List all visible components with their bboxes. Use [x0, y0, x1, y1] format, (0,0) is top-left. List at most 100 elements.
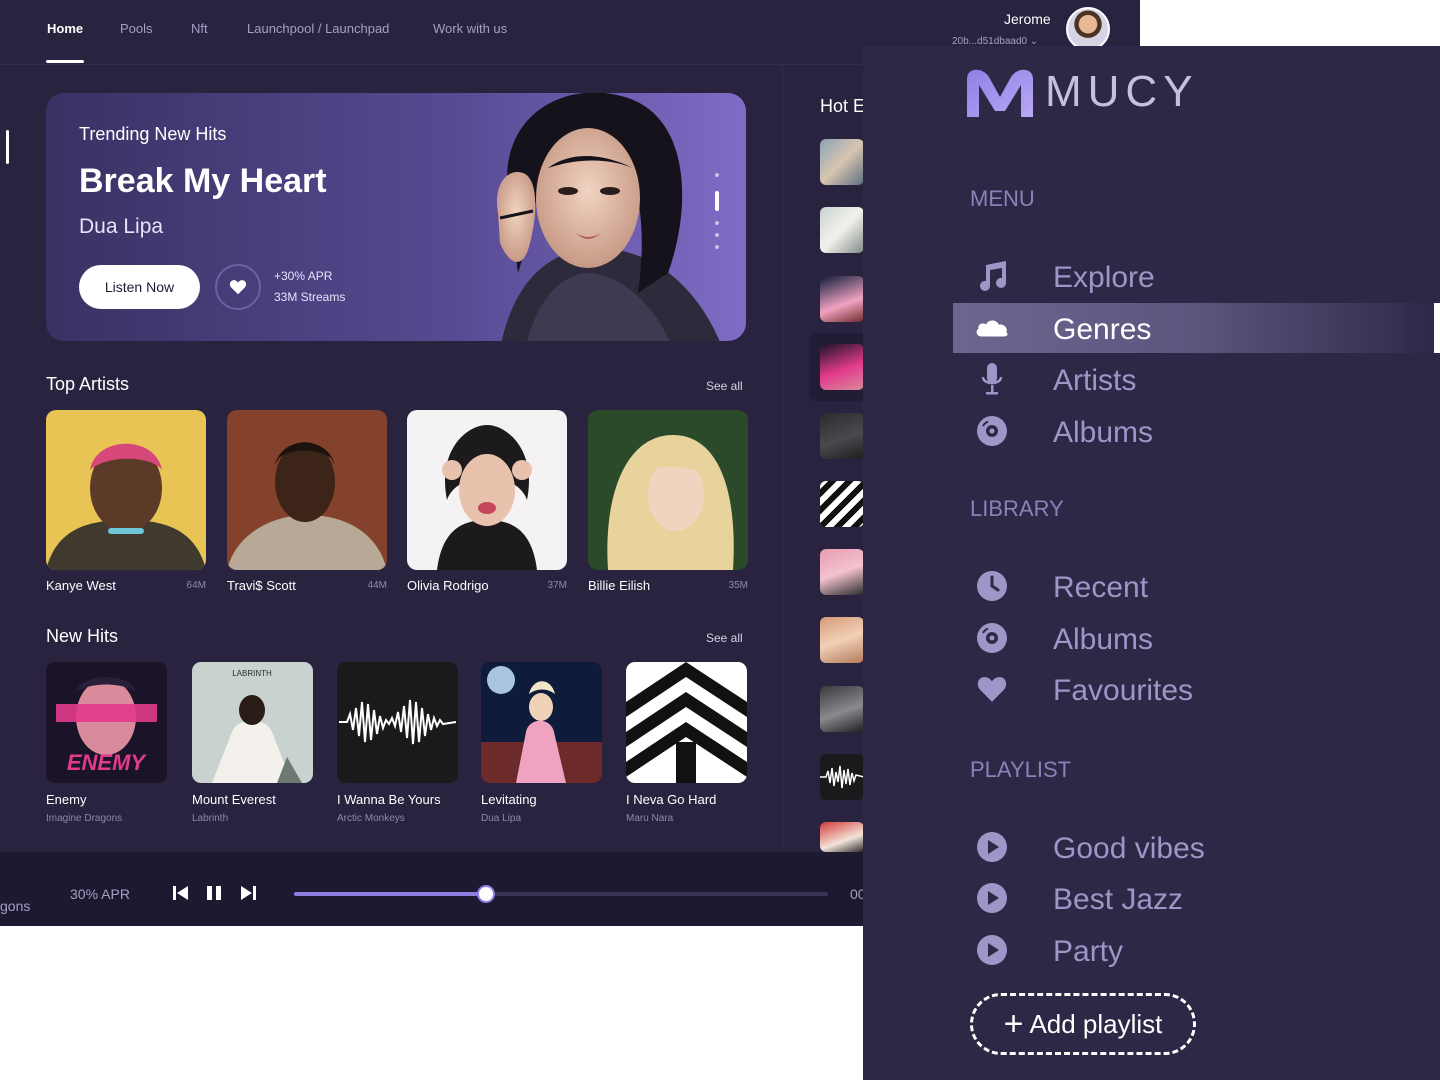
sidebar-item-label: Best Jazz: [1053, 883, 1184, 916]
sidebar-item-genres[interactable]: Genres: [953, 303, 1440, 353]
library-heading: LIBRARY: [970, 496, 1064, 521]
sidebar-item-favourites[interactable]: Favourites: [953, 664, 1440, 714]
play-icon: [975, 830, 1009, 864]
artist-card[interactable]: Olivia Rodrigo 37M: [407, 410, 567, 593]
nav-pools[interactable]: Pools: [120, 21, 153, 36]
sidebar-item-playlist-best-jazz[interactable]: Best Jazz: [953, 873, 1440, 923]
hot-track-thumbnail[interactable]: [820, 822, 864, 852]
sidebar-item-artists[interactable]: Artists: [953, 354, 1440, 404]
artist-image: [227, 410, 387, 570]
song-artist: Arctic Monkeys: [337, 813, 405, 824]
hot-section-title: Hot E: [820, 96, 866, 116]
artist-name: Travi$ Scott: [227, 578, 296, 593]
nav-work-with-us[interactable]: Work with us: [433, 21, 507, 36]
song-card[interactable]: Levitating Dua Lipa: [481, 662, 602, 824]
top-artists-title: Top Artists: [46, 374, 130, 394]
active-item-indicator: [1434, 303, 1440, 353]
microphone-icon: [975, 362, 1009, 396]
new-hits-title: New Hits: [46, 626, 119, 646]
like-button[interactable]: [215, 264, 261, 310]
clock-icon: [975, 569, 1009, 603]
sidebar-item-albums[interactable]: Albums: [953, 406, 1440, 456]
hot-track-thumbnail[interactable]: [820, 344, 864, 390]
song-artist: Labrinth: [192, 813, 229, 824]
avatar[interactable]: [1066, 7, 1110, 51]
hot-track-thumbnail[interactable]: [820, 549, 864, 595]
album-cover: LABRINTH: [192, 662, 313, 783]
album-cover: ENEMY: [46, 662, 167, 783]
sidebar-item-library-albums[interactable]: Albums: [953, 613, 1440, 663]
song-artist: Maru Nara: [626, 813, 674, 824]
hero-song-title: Break My Heart: [79, 162, 327, 200]
playlist-heading: PLAYLIST: [970, 757, 1072, 782]
playback-progress-handle[interactable]: [477, 885, 496, 903]
music-note-icon: [975, 259, 1009, 293]
sidebar-item-label: Albums: [1053, 623, 1154, 656]
hero-artist-name: Dua Lipa: [79, 215, 164, 238]
sidebar-item-label: Genres: [1053, 313, 1152, 346]
song-title: Levitating: [481, 792, 537, 807]
hot-track-thumbnail[interactable]: [820, 139, 864, 185]
new-hits-see-all[interactable]: See all: [706, 631, 743, 645]
hero-apr: +30% APR: [274, 269, 333, 283]
artist-listener-count: 64M: [186, 580, 206, 591]
hero-streams: 33M Streams: [274, 290, 346, 304]
nav-active-indicator: [46, 60, 84, 63]
artist-listener-count: 37M: [547, 580, 567, 591]
add-playlist-button[interactable]: + Add playlist: [970, 993, 1196, 1055]
top-artists-see-all[interactable]: See all: [706, 379, 743, 393]
sidebar-item-explore[interactable]: Explore: [953, 251, 1440, 301]
song-card[interactable]: I Neva Go Hard Maru Nara: [626, 662, 747, 824]
song-title: Mount Everest: [192, 792, 276, 807]
hot-track-thumbnail[interactable]: [820, 413, 864, 459]
menu-heading: MENU: [970, 186, 1035, 211]
mucy-logo[interactable]: MUCY: [963, 64, 1199, 120]
hero-artist-photo: [497, 93, 720, 341]
disc-icon: [975, 621, 1009, 655]
song-title: I Wanna Be Yours: [337, 792, 441, 807]
listen-now-button[interactable]: Listen Now: [79, 265, 200, 309]
artist-card[interactable]: Billie Eilish 35M: [588, 410, 748, 593]
sidebar-item-playlist-good-vibes[interactable]: Good vibes: [953, 822, 1440, 872]
play-icon: [975, 933, 1009, 967]
next-track-icon[interactable]: [240, 886, 256, 900]
hot-track-thumbnail[interactable]: [820, 754, 864, 800]
nav-home[interactable]: Home: [47, 21, 83, 36]
sidebar-item-label: Good vibes: [1053, 832, 1205, 865]
cover-text: LABRINTH: [232, 669, 272, 678]
artist-name: Kanye West: [46, 578, 116, 593]
user-name[interactable]: Jerome: [1004, 11, 1051, 27]
album-cover: [337, 662, 458, 783]
sidebar: MUCY MENU Explore Genres Artists Albums …: [863, 46, 1440, 1080]
column-divider: [782, 64, 783, 854]
hot-track-thumbnail[interactable]: [820, 481, 864, 527]
artist-image: [588, 410, 748, 570]
sidebar-item-label: Favourites: [1053, 674, 1194, 707]
hot-track-thumbnail[interactable]: [820, 207, 864, 253]
song-card[interactable]: LABRINTH Mount Everest Labrinth: [192, 662, 313, 824]
hot-track-thumbnail[interactable]: [820, 686, 864, 732]
nav-launchpool[interactable]: Launchpool / Launchpad: [247, 21, 389, 36]
carousel-indicator[interactable]: [713, 173, 721, 263]
logo-text: MUCY: [1045, 67, 1199, 116]
sidebar-item-recent[interactable]: Recent: [953, 561, 1440, 611]
playback-progress-track[interactable]: [294, 885, 828, 903]
pause-icon[interactable]: [206, 886, 222, 900]
song-title: Enemy: [46, 792, 87, 807]
hot-track-thumbnail[interactable]: [820, 617, 864, 663]
nav-nft[interactable]: Nft: [191, 21, 208, 36]
sidebar-item-playlist-party[interactable]: Party: [953, 925, 1440, 975]
sidebar-item-label: Party: [1053, 935, 1124, 968]
artist-image: [407, 410, 567, 570]
hero-banner: Trending New Hits Break My Heart Dua Lip…: [46, 93, 746, 341]
artist-card[interactable]: Travi$ Scott 44M: [227, 410, 387, 593]
song-artist: Dua Lipa: [481, 813, 522, 824]
playback-progress-fill: [294, 892, 487, 896]
artist-listener-count: 35M: [728, 580, 748, 591]
previous-track-icon[interactable]: [173, 886, 189, 900]
song-card[interactable]: ENEMY Enemy Imagine Dragons: [46, 662, 167, 824]
artist-card[interactable]: Kanye West 64M: [46, 410, 206, 593]
song-card[interactable]: I Wanna Be Yours Arctic Monkeys: [337, 662, 458, 824]
hot-track-thumbnail[interactable]: [820, 276, 864, 322]
hero-kicker: Trending New Hits: [79, 124, 227, 144]
